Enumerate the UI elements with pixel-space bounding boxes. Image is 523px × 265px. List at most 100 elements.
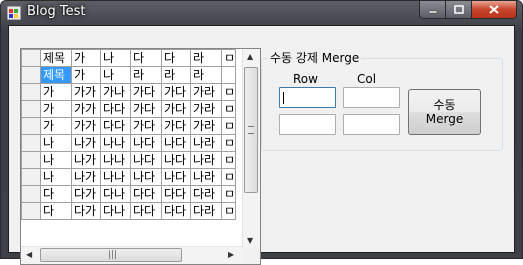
grid-cell[interactable]: 나나 <box>100 168 131 186</box>
grid-header-cell[interactable]: 나 <box>100 49 131 67</box>
vertical-scroll-thumb[interactable] <box>244 67 258 193</box>
close-button[interactable] <box>472 1 517 19</box>
grid-cell[interactable]: 나라 <box>190 168 222 186</box>
grid-cell[interactable]: 나다 <box>130 168 162 186</box>
manual-merge-button[interactable]: 수동 Merge <box>408 89 481 135</box>
grid-cell[interactable]: 다다 <box>161 202 191 220</box>
scroll-left-icon[interactable]: ◀ <box>26 250 32 259</box>
row-header[interactable] <box>21 168 41 186</box>
grid-cell[interactable]: 나가 <box>71 134 101 152</box>
grid-cell[interactable]: 나나 <box>100 134 131 152</box>
grid-cell[interactable]: ㅁ <box>220 202 237 220</box>
grid-row[interactable]: 나 나가 나나 나다 나다 나라 ㅁ <box>21 134 237 152</box>
grid-row[interactable]: 나 나가 나나 나다 나다 나라 ㅁ <box>21 151 237 169</box>
grid-cell[interactable]: 나 <box>40 168 72 186</box>
grid-cell[interactable]: 나다 <box>130 134 162 152</box>
grid-cell[interactable]: 가다 <box>161 100 191 118</box>
grid-cell[interactable]: 다나 <box>100 185 131 203</box>
grid-cell[interactable]: 나가 <box>71 168 101 186</box>
grid-cell[interactable]: ㅁ <box>220 185 237 203</box>
grid-cell[interactable]: 가다 <box>130 117 162 135</box>
grid-cell[interactable]: 라 <box>130 66 162 84</box>
grid-cell[interactable]: 나라 <box>190 134 222 152</box>
grid-cell[interactable]: 다다 <box>161 185 191 203</box>
row-header[interactable] <box>21 117 41 135</box>
grid-cell[interactable]: 나 <box>40 134 72 152</box>
grid-header-cell[interactable]: ㅁ <box>220 49 237 67</box>
grid-cell[interactable]: 나다 <box>161 151 191 169</box>
grid-cell[interactable]: 가다 <box>161 117 191 135</box>
maximize-button[interactable] <box>446 1 472 19</box>
row-header[interactable] <box>21 185 41 203</box>
grid-cell[interactable]: 나 <box>40 151 72 169</box>
grid-cell[interactable]: 나다 <box>130 151 162 169</box>
grid-row[interactable]: 다 다가 다나 다다 다다 다라 ㅁ <box>21 185 237 203</box>
grid-cell[interactable]: 제목 <box>40 66 72 84</box>
col-input-2[interactable] <box>343 114 400 135</box>
grid-cell[interactable]: 가다 <box>130 100 162 118</box>
scroll-down-icon[interactable]: ▼ <box>247 236 253 245</box>
grid-cell[interactable]: 다다 <box>100 117 131 135</box>
grid-cell[interactable]: 다가 <box>71 202 101 220</box>
row-input[interactable] <box>279 87 336 108</box>
grid-cell[interactable]: 가다 <box>130 83 162 101</box>
grid-cell[interactable] <box>220 66 237 84</box>
minimize-button[interactable] <box>419 1 446 19</box>
grid-row[interactable]: 제목 가 나 라 라 라 <box>21 66 237 84</box>
grid-cell[interactable]: 가나 <box>100 83 131 101</box>
grid-header-cell[interactable]: 제목 <box>40 49 72 67</box>
grid-cell[interactable]: 가다 <box>161 83 191 101</box>
horizontal-scrollbar[interactable]: ◀ ||| ▶ <box>21 246 243 264</box>
grid-cell[interactable]: 다 <box>40 202 72 220</box>
grid-cell[interactable]: 나나 <box>100 151 131 169</box>
grid-header-row[interactable]: 제목 가 나 다 다 라 ㅁ <box>21 49 237 67</box>
grid-row[interactable]: 가 가가 다다 가다 가다 가라 ㅁ <box>21 117 237 135</box>
grid-cell[interactable]: ㅁ <box>220 151 237 169</box>
title-bar[interactable]: Blog Test <box>1 1 522 25</box>
grid-cell[interactable]: 가 <box>40 83 72 101</box>
grid-header-cell[interactable]: 다 <box>130 49 162 67</box>
horizontal-scroll-thumb[interactable]: ||| <box>40 248 182 262</box>
row-header[interactable] <box>21 49 41 67</box>
grid-row[interactable]: 다 다가 다나 다다 다다 다라 ㅁ <box>21 202 237 220</box>
grid-cell[interactable]: 나가 <box>71 151 101 169</box>
grid-cell[interactable]: 가라 <box>190 117 222 135</box>
grid-cell[interactable]: ㅁ <box>220 134 237 152</box>
row-header[interactable] <box>21 151 41 169</box>
grid-cell[interactable]: 다다 <box>130 185 162 203</box>
grid-cell[interactable]: 다라 <box>190 185 222 203</box>
grid-cell[interactable]: 가 <box>40 100 72 118</box>
grid-cell[interactable]: 나라 <box>190 151 222 169</box>
row-input-2[interactable] <box>279 114 336 135</box>
grid-cell[interactable]: 다 <box>40 185 72 203</box>
grid-cell[interactable]: 가라 <box>190 100 222 118</box>
grid-cell[interactable]: 다라 <box>190 202 222 220</box>
grid-cell[interactable]: 라 <box>161 66 191 84</box>
grid-header-cell[interactable]: 라 <box>190 49 222 67</box>
grid-cell[interactable]: ㅁ <box>220 100 237 118</box>
grid-cell[interactable]: 가라 <box>190 83 222 101</box>
col-input[interactable] <box>343 87 400 108</box>
grid-cell[interactable]: 다가 <box>71 185 101 203</box>
grid-row[interactable]: 나 나가 나나 나다 나다 나라 ㅁ <box>21 168 237 186</box>
row-header[interactable] <box>21 66 41 84</box>
grid-cell[interactable]: 나다 <box>161 134 191 152</box>
vertical-scrollbar[interactable]: ▲ ▼ <box>242 49 260 249</box>
grid-cell[interactable]: 가 <box>40 117 72 135</box>
grid-cell[interactable]: 나다 <box>161 168 191 186</box>
grid-cell[interactable]: ㅁ <box>220 83 237 101</box>
grid-row[interactable]: 가 가가 다다 가다 가다 가라 ㅁ <box>21 100 237 118</box>
grid-cell[interactable]: 다다 <box>130 202 162 220</box>
row-header[interactable] <box>21 100 41 118</box>
grid-cell[interactable]: 가가 <box>71 83 101 101</box>
row-header[interactable] <box>21 83 41 101</box>
grid-row[interactable]: 가 가가 가나 가다 가다 가라 ㅁ <box>21 83 237 101</box>
grid-cell[interactable]: 가 <box>71 66 101 84</box>
grid-cell[interactable]: 다다 <box>100 100 131 118</box>
data-grid[interactable]: 제목 가 나 다 다 라 ㅁ 제목 가 나 라 라 라 가 가가 가나 가다 가다 가라 ㅁ 가 가가 다다 가다 가다 가라 ㅁ 가… <box>20 48 261 265</box>
grid-cell[interactable]: 나 <box>100 66 131 84</box>
scroll-right-icon[interactable]: ▶ <box>228 250 234 259</box>
scroll-up-icon[interactable]: ▲ <box>247 52 253 61</box>
grid-cell[interactable]: 라 <box>190 66 222 84</box>
grid-cell[interactable]: 가가 <box>71 100 101 118</box>
